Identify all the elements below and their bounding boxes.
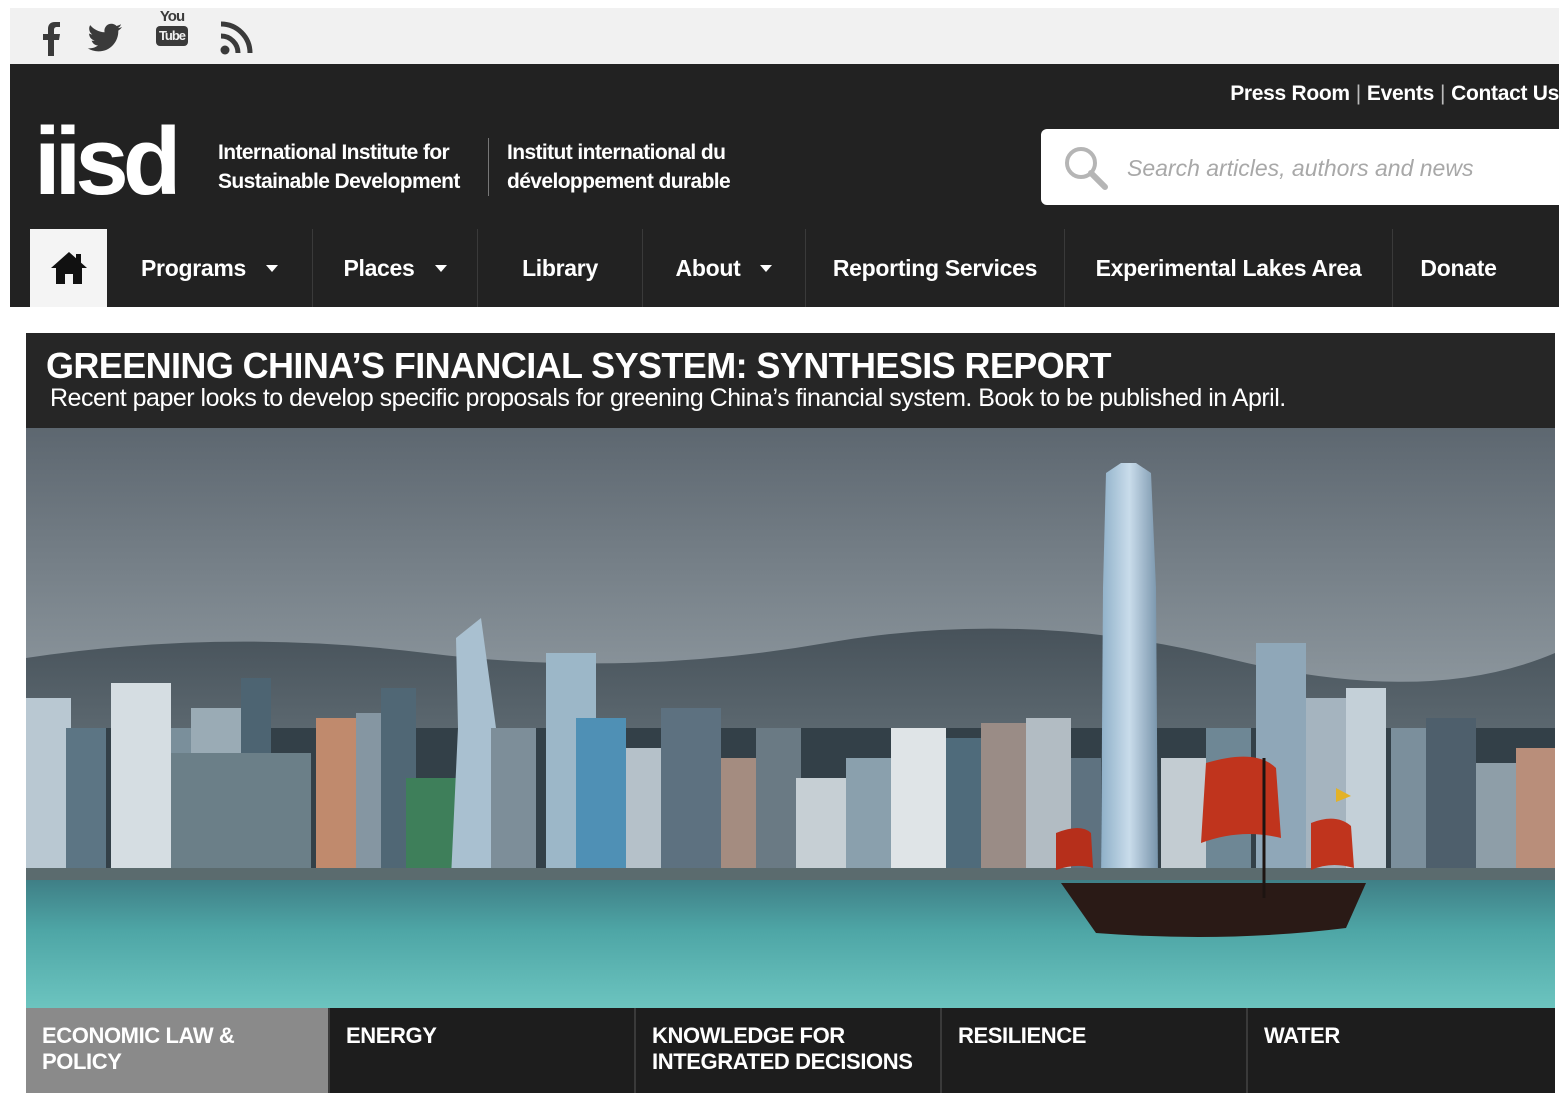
topic-label-line: POLICY: [42, 1049, 122, 1074]
nav-item-label: Library: [522, 254, 598, 281]
press-room-link[interactable]: Press Room: [1230, 82, 1350, 105]
main-nav: Programs Places Library About Reporting …: [10, 229, 1559, 307]
chevron-down-icon: [760, 264, 773, 272]
chevron-down-icon: [265, 264, 278, 272]
youtube-tube-text: Tube: [156, 26, 188, 46]
social-bar: You Tube: [10, 8, 1559, 64]
nav-item-label: Experimental Lakes Area: [1095, 254, 1362, 281]
rss-icon[interactable]: [216, 18, 256, 58]
facebook-icon[interactable]: [32, 18, 72, 58]
topic-label-line: KNOWLEDGE FOR: [652, 1023, 845, 1048]
site-header: Press Room | Events | Contact Us iisd Intern…: [10, 64, 1559, 307]
topic-energy[interactable]: ENERGY: [328, 1008, 634, 1093]
nav-item-reporting-services[interactable]: Reporting Services: [805, 229, 1064, 307]
topic-knowledge-integrated-decisions[interactable]: KNOWLEDGE FOR INTEGRATED DECISIONS: [634, 1008, 940, 1093]
chevron-down-icon: [434, 264, 447, 272]
search-icon[interactable]: [1061, 143, 1111, 193]
nav-item-about[interactable]: About: [642, 229, 805, 307]
org-name-fr-line-1: Institut international du: [507, 141, 726, 164]
topic-water[interactable]: WATER: [1246, 1008, 1555, 1093]
events-link[interactable]: Events: [1367, 82, 1434, 105]
nav-item-library[interactable]: Library: [477, 229, 642, 307]
nav-home[interactable]: [30, 229, 107, 307]
search-box: [1041, 129, 1559, 205]
search-input[interactable]: [1125, 147, 1549, 189]
topic-label-line: WATER: [1264, 1023, 1340, 1048]
youtube-icon[interactable]: You Tube: [152, 8, 192, 58]
link-separator: |: [1355, 82, 1361, 105]
org-name-en-line-2: Sustainable Development: [218, 170, 460, 193]
contact-us-link[interactable]: Contact Us: [1451, 82, 1559, 105]
nav-item-label: Donate: [1420, 254, 1497, 281]
org-name-french: Institut international du développement …: [507, 138, 731, 196]
topic-bar: ECONOMIC LAW & POLICY ENERGY KNOWLEDGE F…: [26, 1008, 1555, 1093]
twitter-icon[interactable]: [84, 18, 124, 58]
nav-item-label: Places: [343, 254, 415, 281]
org-name-divider: [488, 138, 489, 196]
nav-item-label: About: [675, 254, 741, 281]
nav-item-label: Reporting Services: [832, 254, 1038, 281]
org-name-fr-line-2: développement durable: [507, 170, 731, 193]
hero-caption[interactable]: GREENING CHINA’S FINANCIAL SYSTEM: SYNTH…: [26, 333, 1555, 428]
nav-item-programs[interactable]: Programs: [107, 229, 312, 307]
youtube-you-text: You: [159, 8, 185, 25]
nav-item-experimental-lakes-area[interactable]: Experimental Lakes Area: [1064, 229, 1392, 307]
nav-item-donate[interactable]: Donate: [1392, 229, 1524, 307]
utility-links: Press Room | Events | Contact Us: [1230, 82, 1559, 106]
topic-label-line: ENERGY: [346, 1023, 437, 1048]
topic-economic-law-policy[interactable]: ECONOMIC LAW & POLICY: [26, 1008, 328, 1093]
hero-feature: GREENING CHINA’S FINANCIAL SYSTEM: SYNTH…: [26, 333, 1555, 1093]
nav-item-places[interactable]: Places: [312, 229, 477, 307]
hero-skyline-image[interactable]: [26, 428, 1555, 1008]
topic-label-line: ECONOMIC LAW &: [42, 1023, 235, 1048]
topic-resilience[interactable]: RESILIENCE: [940, 1008, 1246, 1093]
nav-item-label: Programs: [141, 254, 246, 281]
topic-label-line: INTEGRATED DECISIONS: [652, 1049, 913, 1074]
iisd-logo[interactable]: iisd: [34, 114, 181, 210]
org-name-english: International Institute for Sustainable …: [218, 138, 460, 196]
link-separator: |: [1439, 82, 1446, 105]
topic-label-line: RESILIENCE: [958, 1023, 1087, 1048]
hero-title[interactable]: GREENING CHINA’S FINANCIAL SYSTEM: SYNTH…: [46, 345, 1111, 387]
org-name-en-line-1: International Institute for: [218, 141, 450, 164]
home-icon: [50, 252, 87, 284]
hero-subtitle: Recent paper looks to develop specific p…: [50, 384, 1286, 412]
